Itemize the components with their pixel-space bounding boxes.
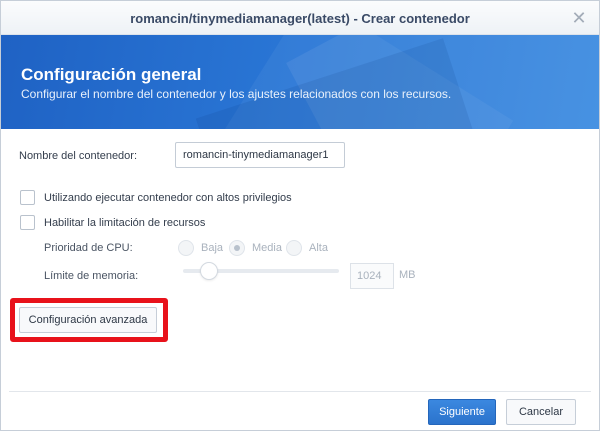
cpu-radio-media[interactable]	[229, 240, 245, 256]
privileged-label[interactable]: Utilizando ejecutar contenedor con altos…	[44, 192, 292, 204]
cpu-option-media: Media	[252, 242, 282, 254]
cpu-option-baja: Baja	[201, 242, 224, 254]
container-name-input[interactable]	[175, 142, 345, 168]
create-container-dialog: romancin/tinymediamanager(latest) - Crea…	[0, 0, 600, 431]
memory-slider-handle[interactable]	[200, 262, 218, 280]
cpu-radio-baja[interactable]	[178, 240, 194, 256]
cpu-option-alta: Alta	[309, 242, 328, 254]
memory-value-input[interactable]	[350, 263, 394, 289]
window-title: romancin/tinymediamanager(latest) - Crea…	[130, 11, 470, 26]
cpu-radio-alta[interactable]	[286, 240, 302, 256]
title-bar: romancin/tinymediamanager(latest) - Crea…	[1, 1, 599, 35]
memory-limit-label: Límite de memoria:	[44, 270, 139, 282]
footer-divider	[9, 391, 591, 392]
banner-heading: Configuración general	[21, 65, 202, 84]
cpu-priority-label: Prioridad de CPU:	[44, 242, 133, 254]
resource-limit-label[interactable]: Habilitar la limitación de recursos	[44, 217, 205, 229]
memory-unit-label: MB	[399, 269, 416, 281]
advanced-settings-button[interactable]: Configuración avanzada	[19, 307, 157, 333]
close-icon[interactable]: ✕	[569, 8, 589, 28]
next-button[interactable]: Siguiente	[428, 399, 496, 425]
resource-limit-checkbox[interactable]	[20, 215, 35, 230]
banner-subheading: Configurar el nombre del contenedor y lo…	[21, 87, 452, 101]
cancel-button[interactable]: Cancelar	[506, 399, 576, 425]
header-banner: Configuración general Configurar el nomb…	[1, 35, 599, 129]
container-name-label: Nombre del contenedor:	[19, 150, 138, 162]
privileged-checkbox[interactable]	[20, 190, 35, 205]
